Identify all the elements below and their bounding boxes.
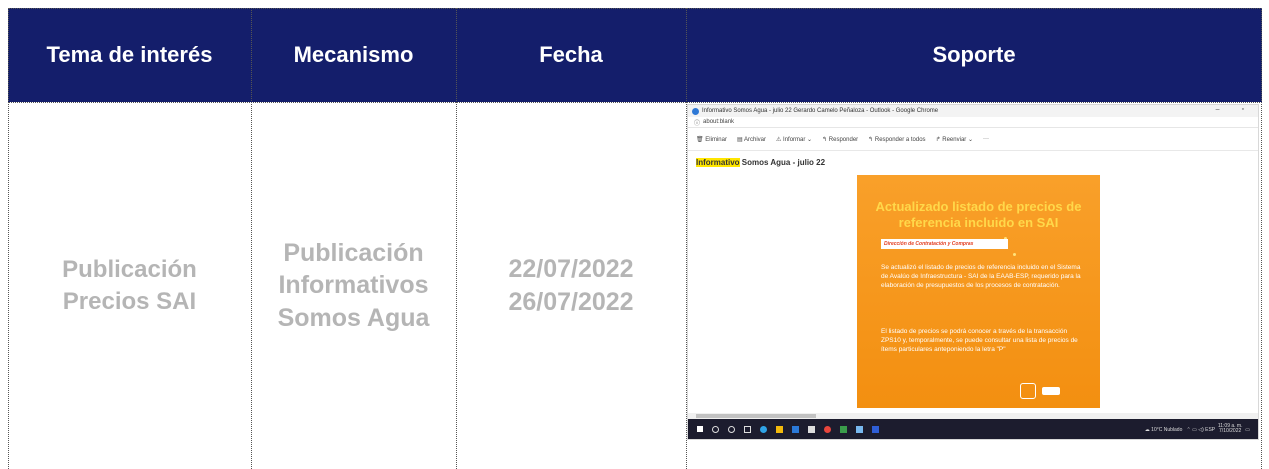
newsletter-poster: Actualizado listado de precios de refere… bbox=[857, 175, 1100, 408]
taskbar-tray: ☁ 10°C Nublado ⌃ ▭ ◁) ESP 11:09 a. m. 7/… bbox=[1144, 423, 1250, 435]
window-controls-icon: – ▫ bbox=[1215, 106, 1254, 113]
grid-line bbox=[1261, 8, 1262, 469]
folder-icon bbox=[776, 425, 783, 433]
mail-icon bbox=[792, 425, 799, 433]
cell-fecha: 22/07/2022 26/07/2022 bbox=[456, 102, 686, 469]
header-mecanismo: Mecanismo bbox=[293, 42, 414, 67]
task-view-icon bbox=[744, 425, 751, 433]
toolbar-forward: ↱ Reenviar ⌄ bbox=[935, 136, 973, 143]
taskbar-weather: 10°C Nublado bbox=[1151, 426, 1183, 433]
edge-icon bbox=[760, 425, 767, 433]
windows-taskbar: ☁ 10°C Nublado ⌃ ▭ ◁) ESP 11:09 a. m. 7/… bbox=[688, 419, 1258, 439]
cell-tema-line: Precios SAI bbox=[62, 287, 197, 315]
cell-mecanismo: Publicación Informativos Somos Agua bbox=[251, 102, 456, 469]
cell-fecha-line: 26/07/2022 bbox=[508, 287, 634, 316]
taskbar-date: 7/10/2022 bbox=[1219, 428, 1242, 434]
support-screenshot: Informativo Somos Agua - julio 22 Gerard… bbox=[687, 104, 1259, 440]
grid-line bbox=[8, 8, 1262, 9]
search-icon bbox=[712, 425, 719, 433]
tray-icons: ⌃ ▭ ◁) bbox=[1186, 426, 1204, 433]
toolbar-report: ⚠ Informar ⌄ bbox=[776, 136, 813, 143]
info-table: Tema de interés Mecanismo Fecha Soporte … bbox=[0, 0, 1269, 469]
header-fecha: Fecha bbox=[539, 42, 603, 67]
cell-tema-line: Publicación bbox=[62, 256, 197, 284]
cell-tema: Publicación Precios SAI bbox=[8, 102, 251, 469]
toolbar-reply-all: ↰ Responder a todos bbox=[868, 136, 926, 143]
poster-title: Actualizado listado de precios de refere… bbox=[875, 199, 1082, 230]
cell-mecanismo-line: Somos Agua bbox=[277, 303, 430, 332]
store-icon bbox=[808, 425, 815, 433]
mascot-logo-icon bbox=[1020, 383, 1036, 399]
taskbar-lang: ESP bbox=[1205, 426, 1216, 433]
poster-paragraph-2: El listado de precios se podrá conocer a… bbox=[881, 328, 1078, 354]
header-soporte: Soporte bbox=[932, 42, 1016, 67]
windows-start-icon bbox=[697, 426, 703, 432]
poster-dot bbox=[1013, 253, 1016, 256]
word-icon bbox=[872, 425, 879, 433]
browser-url: about:blank bbox=[703, 119, 735, 125]
scrollbar-thumb bbox=[696, 414, 816, 418]
browser-title: Informativo Somos Agua - julio 22 Gerard… bbox=[702, 108, 939, 114]
cell-mecanismo-line: Informativos bbox=[278, 271, 429, 300]
chrome-icon bbox=[824, 425, 831, 433]
browser-url-bar: ⓘ about:blank bbox=[688, 117, 1258, 128]
mail-toolbar: 🗑 Eliminar ▤ Archivar ⚠ Informar ⌄ ↰ Res… bbox=[688, 128, 1258, 151]
cell-fecha-line: 22/07/2022 bbox=[508, 255, 634, 283]
poster-paragraph-1: Se actualizó el listado de precios de re… bbox=[881, 264, 1081, 290]
info-icon: ⓘ bbox=[694, 120, 701, 127]
cell-mecanismo-line: Publicación bbox=[283, 238, 424, 267]
subject-rest: Somos Agua - julio 22 bbox=[739, 158, 826, 167]
notification-icon: ▭ bbox=[1245, 426, 1250, 433]
cortana-icon bbox=[728, 425, 735, 433]
toolbar-archive: ▤ Archivar bbox=[736, 136, 766, 143]
subject-highlight: Informativo bbox=[696, 158, 740, 167]
toolbar-reply: ↰ Responder bbox=[822, 136, 859, 143]
weather-icon: ☁ bbox=[1144, 426, 1150, 433]
header-tema: Tema de interés bbox=[46, 42, 213, 67]
outlook-logo-icon bbox=[692, 107, 699, 115]
toolbar-delete: 🗑 Eliminar bbox=[696, 136, 727, 143]
app-icon bbox=[856, 425, 863, 433]
table-header-row: Tema de interés Mecanismo Fecha Soporte bbox=[8, 8, 1262, 102]
browser-title-bar: Informativo Somos Agua - julio 22 Gerard… bbox=[688, 105, 1258, 117]
toolbar-more: ··· bbox=[982, 136, 989, 142]
poster-tag: Dirección de Contratación y Compras bbox=[881, 239, 1008, 249]
mail-subject: Informativo Somos Agua - julio 22 bbox=[696, 158, 825, 167]
brand-logo-icon bbox=[1042, 387, 1060, 395]
app-icon bbox=[840, 425, 847, 433]
